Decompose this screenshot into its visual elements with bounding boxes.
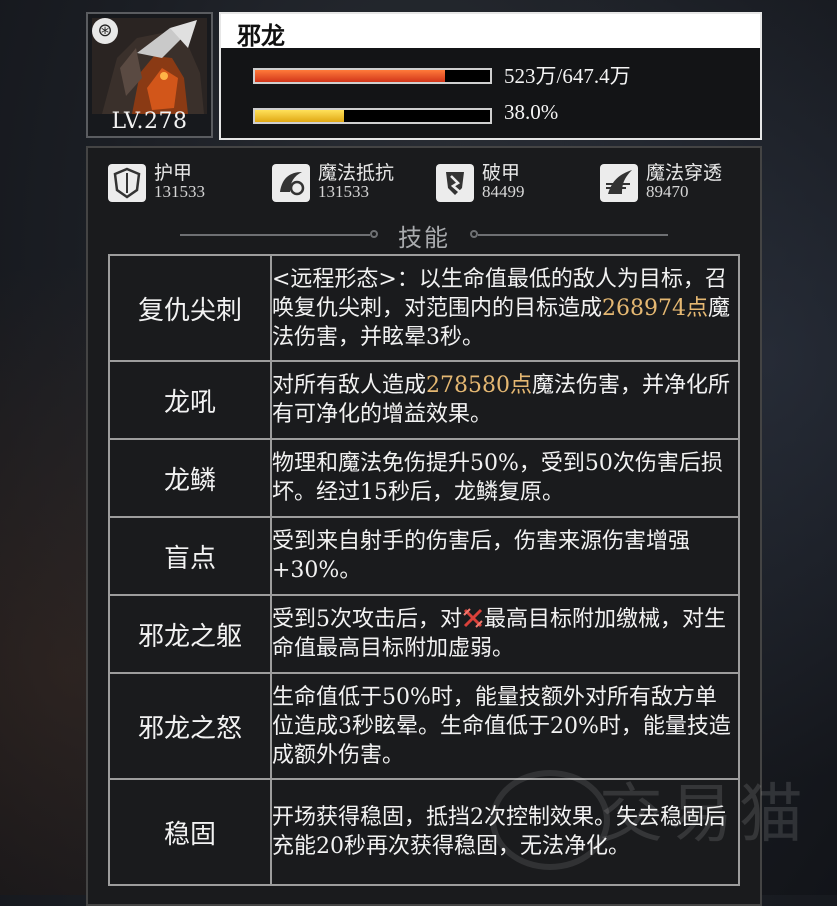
stat-label: 破甲 xyxy=(482,162,521,184)
skill-text: 受到来自射手的伤害后，伤害来源伤害增强+30%。 xyxy=(272,529,691,583)
ornament-divider xyxy=(180,230,378,238)
boss-level: LV.278 xyxy=(111,109,188,134)
ornament-divider xyxy=(470,230,668,238)
skill-description: 受到来自射手的伤害后，伤害来源伤害增强+30%。 xyxy=(270,516,740,596)
skill-name: 邪龙之躯 xyxy=(108,594,272,674)
damage-value: 278580点 xyxy=(426,373,532,398)
hp-text: 523万/647.4万 xyxy=(504,64,631,88)
skills-section-header: 技能 xyxy=(88,216,760,252)
skill-description: 对所有敌人造成278580点魔法伤害，并净化所有可净化的增益效果。 xyxy=(270,360,740,440)
stat-label: 魔法抵抗 xyxy=(318,162,395,184)
skill-name: 盲点 xyxy=(108,516,272,596)
stat-label: 护甲 xyxy=(154,162,193,184)
skill-description: <远程形态>：以生命值最低的敌人为目标，召唤复仇尖刺，对范围内的目标造成2689… xyxy=(270,254,740,362)
skill-name: 稳固 xyxy=(108,778,272,886)
stat-value: 89470 xyxy=(646,182,689,201)
magic-resist-icon xyxy=(272,164,310,202)
energy-bar xyxy=(253,108,492,124)
swirl-element-icon: ⊛ xyxy=(92,18,118,44)
skill-row: 龙鳞 物理和魔法免伤提升50%，受到50次伤害后损坏。经过15秒后，龙鳞复原。 xyxy=(108,438,740,518)
skill-text: 物理和魔法免伤提升50%，受到50次伤害后损坏。经过15秒后，龙鳞复原。 xyxy=(272,451,723,505)
skill-name: 龙吼 xyxy=(108,360,272,440)
stat-value: 131533 xyxy=(318,182,369,201)
skill-name: 复仇尖刺 xyxy=(108,254,272,362)
armor-break-icon xyxy=(436,164,474,202)
boss-portrait[interactable]: ⊛ LV.278 xyxy=(86,12,213,138)
skill-row: 盲点 受到来自射手的伤害后，伤害来源伤害增强+30%。 xyxy=(108,516,740,596)
skill-text: 受到5次攻击后，对 xyxy=(272,607,462,632)
name-bar: 邪龙 xyxy=(221,14,760,50)
hp-bar-fill xyxy=(255,70,445,82)
energy-text: 38.0% xyxy=(504,100,559,124)
skill-text: 生命值低于50%时，能量技额外对所有敌方单位造成3秒眩晕。生命值低于20%时，能… xyxy=(272,684,731,768)
skill-name: 邪龙之怒 xyxy=(108,672,272,780)
crossed-swords-icon xyxy=(462,607,484,629)
hp-bar xyxy=(253,68,492,84)
stats-row: 护甲 131533 魔法抵抗 131533 破甲 84499 魔法穿透 8947… xyxy=(88,158,760,208)
stat-value: 84499 xyxy=(482,182,525,201)
skill-row: 复仇尖刺 <远程形态>：以生命值最低的敌人为目标，召唤复仇尖刺，对范围内的目标造… xyxy=(108,254,740,362)
magic-penetration-icon xyxy=(600,164,638,202)
skill-name: 龙鳞 xyxy=(108,438,272,518)
skill-row: 龙吼 对所有敌人造成278580点魔法伤害，并净化所有可净化的增益效果。 xyxy=(108,360,740,440)
damage-value: 268974点 xyxy=(602,295,708,321)
skill-description: 物理和魔法免伤提升50%，受到50次伤害后损坏。经过15秒后，龙鳞复原。 xyxy=(270,438,740,518)
boss-name: 邪龙 xyxy=(237,21,285,50)
skill-text: 对所有敌人造成 xyxy=(272,373,427,398)
stat-value: 131533 xyxy=(154,182,205,201)
watermark-logo xyxy=(490,770,610,870)
armor-shield-icon xyxy=(108,164,146,202)
skill-description: 受到5次攻击后，对 最高目标附加缴械，对生命值最高目标附加虚弱。 xyxy=(270,594,740,674)
boss-header-panel: 邪龙 523万/647.4万 38.0% xyxy=(219,12,762,140)
section-title: 技能 xyxy=(398,224,450,252)
skill-row: 邪龙之躯 受到5次攻击后，对 最高目标附加缴械，对生命值最高目标附加虚弱。 xyxy=(108,594,740,674)
watermark: 交易猫 xyxy=(599,778,809,852)
energy-bar-fill xyxy=(255,110,345,122)
stat-label: 魔法穿透 xyxy=(646,162,723,184)
